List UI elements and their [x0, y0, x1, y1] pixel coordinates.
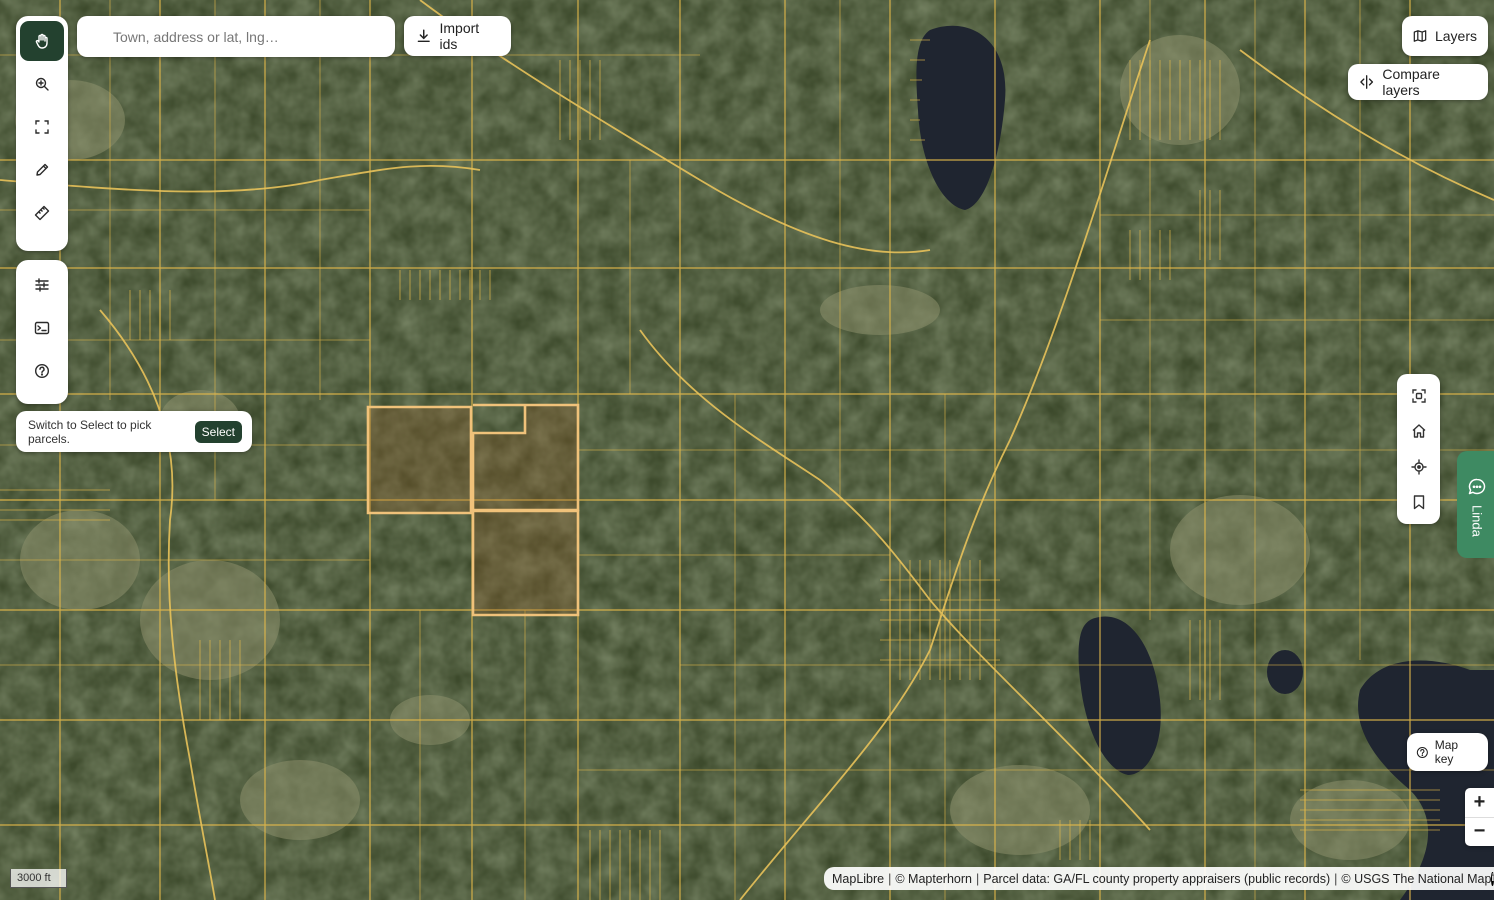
mapterhorn-link[interactable]: © Mapterhorn [895, 872, 972, 886]
measure-ruler-icon[interactable] [20, 193, 64, 233]
compare-layers-button[interactable]: Compare layers [1348, 64, 1488, 100]
layers-label: Layers [1434, 28, 1477, 44]
download-icon [417, 29, 430, 43]
select-mode-button[interactable]: Select [194, 420, 242, 443]
zoom-in-button[interactable]: + [1465, 788, 1494, 817]
hint-text: Switch to Select to pick parcels. [28, 417, 152, 446]
help-circle-icon [1416, 746, 1428, 758]
import-ids-button[interactable]: Import ids [404, 16, 511, 56]
search-input[interactable] [77, 16, 395, 57]
scale-bar: 3000 ft [10, 869, 67, 888]
tool-panel-top [16, 16, 68, 251]
map-tools-right [1397, 374, 1440, 524]
fit-bounds-icon[interactable] [1404, 381, 1434, 411]
zoom-out-button[interactable]: − [1465, 816, 1494, 847]
search-box [77, 16, 395, 57]
home-icon[interactable] [1404, 416, 1434, 446]
tool-panel-bottom [16, 260, 68, 404]
bookmark-icon[interactable] [1404, 487, 1434, 517]
list-icon[interactable] [20, 265, 64, 305]
pan-hand-icon[interactable] [20, 21, 64, 61]
chat-label: Linda [1469, 505, 1485, 537]
usgs-link[interactable]: © USGS The National Map [1341, 872, 1491, 886]
parcel-source-text: Parcel data: GA/FL county property appra… [983, 871, 1331, 886]
zoom-control: + − [1465, 788, 1494, 846]
maplibre-link[interactable]: MapLibre [832, 872, 884, 886]
select-hint-banner: Switch to Select to pick parcels. Select [16, 411, 252, 452]
chat-bubble-icon [1468, 478, 1486, 495]
map-key-button[interactable]: Map key [1407, 733, 1488, 771]
locate-icon[interactable] [1404, 452, 1434, 482]
layers-button[interactable]: Layers [1402, 16, 1488, 56]
chat-tab[interactable]: Linda [1457, 451, 1494, 558]
separator: | [1334, 871, 1338, 886]
select-area-icon[interactable] [20, 107, 64, 147]
draw-pencil-icon[interactable] [20, 150, 64, 190]
compare-split-icon [1360, 75, 1374, 89]
map-key-label: Map key [1434, 738, 1459, 766]
compare-layers-label: Compare layers [1382, 66, 1440, 98]
console-icon[interactable] [20, 308, 64, 348]
separator: | [975, 871, 980, 886]
separator: | [888, 871, 892, 886]
import-ids-label: Import ids [439, 20, 480, 52]
attribution-bar: MapLibre | © Mapterhorn | Parcel data: G… [824, 867, 1494, 890]
map-icon [1413, 30, 1427, 42]
help-icon[interactable] [20, 351, 64, 391]
zoom-search-icon[interactable] [20, 64, 64, 104]
